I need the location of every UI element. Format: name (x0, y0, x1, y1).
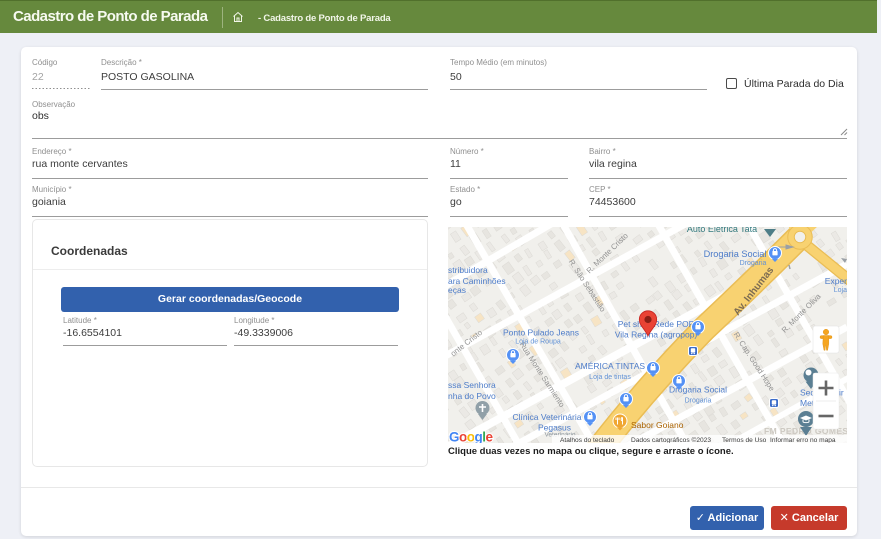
svg-text:Drogaria Social: Drogaria Social (704, 249, 767, 259)
svg-text:Dados cartográficos ©2023: Dados cartográficos ©2023 (631, 436, 711, 443)
svg-text:eças: eças (448, 285, 466, 295)
svg-text:Drogaria: Drogaria (740, 260, 767, 267)
svg-text:Ponto Pulado Jeans: Ponto Pulado Jeans (503, 328, 579, 338)
svg-text:Termos de Uso: Termos de Uso (722, 437, 767, 443)
svg-text:Informar erro no mapa: Informar erro no mapa (770, 437, 836, 443)
svg-text:AMÉRICA TINTAS: AMÉRICA TINTAS (575, 361, 645, 371)
svg-text:Exper: Exper (825, 276, 847, 286)
svg-text:Sabor Goiano: Sabor Goiano (631, 420, 684, 430)
svg-text:nha do Povo: nha do Povo (448, 391, 496, 401)
svg-text:Atalhos do teclado: Atalhos do teclado (560, 437, 615, 443)
svg-text:Google: Google (449, 430, 494, 444)
svg-text:Loja: Loja (834, 287, 847, 294)
svg-text:Vila Regina (agropop): Vila Regina (agropop) (615, 330, 698, 340)
svg-text:Clínica Veterinária: Clínica Veterinária (513, 412, 582, 422)
svg-text:Loja de Roupa: Loja de Roupa (515, 339, 561, 346)
svg-text:Auto Elétrica Tata: Auto Elétrica Tata (687, 227, 757, 234)
svg-text:ir: ir (839, 388, 844, 398)
svg-text:stribuidora: stribuidora (448, 265, 488, 275)
svg-text:ssa Senhora: ssa Senhora (448, 380, 496, 390)
svg-text:Loja de tintas: Loja de tintas (589, 374, 631, 381)
svg-text:Met: Met (800, 398, 815, 408)
svg-text:Drogaria: Drogaria (685, 398, 712, 405)
